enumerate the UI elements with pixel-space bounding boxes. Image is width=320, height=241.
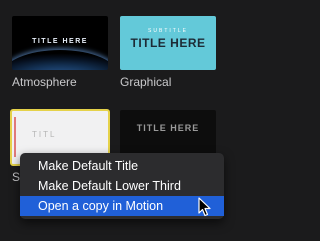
- menu-item-make-default-lower-third[interactable]: Make Default Lower Third: [20, 176, 224, 196]
- graphical-label: Graphical: [120, 75, 172, 89]
- accent-bar: [14, 117, 16, 157]
- title-browser: TITLE HERE Atmosphere SUBTITLE TITLE HER…: [0, 0, 242, 241]
- graphical-thumb-subtitle: SUBTITLE: [148, 28, 188, 34]
- atmosphere-label: Atmosphere: [12, 75, 77, 89]
- context-menu: Make Default Title Make Default Lower Th…: [20, 153, 224, 219]
- graphical-thumbnail[interactable]: SUBTITLE TITLE HERE: [120, 16, 216, 70]
- menu-item-open-copy-in-motion[interactable]: Open a copy in Motion: [20, 196, 224, 216]
- graphical-thumb-title: TITLE HERE: [130, 36, 206, 50]
- selected-title-label: S: [12, 170, 21, 184]
- earth-horizon-graphic: [12, 50, 108, 70]
- atmosphere-thumb-title: TITLE HERE: [32, 38, 88, 45]
- menu-item-make-default-title[interactable]: Make Default Title: [20, 156, 224, 176]
- dark-thumb-title: TITLE HERE: [136, 123, 200, 133]
- selected-thumb-title: TITL: [32, 130, 57, 139]
- atmosphere-thumbnail[interactable]: TITLE HERE: [12, 16, 108, 70]
- arrow-pointer-icon: [198, 197, 211, 217]
